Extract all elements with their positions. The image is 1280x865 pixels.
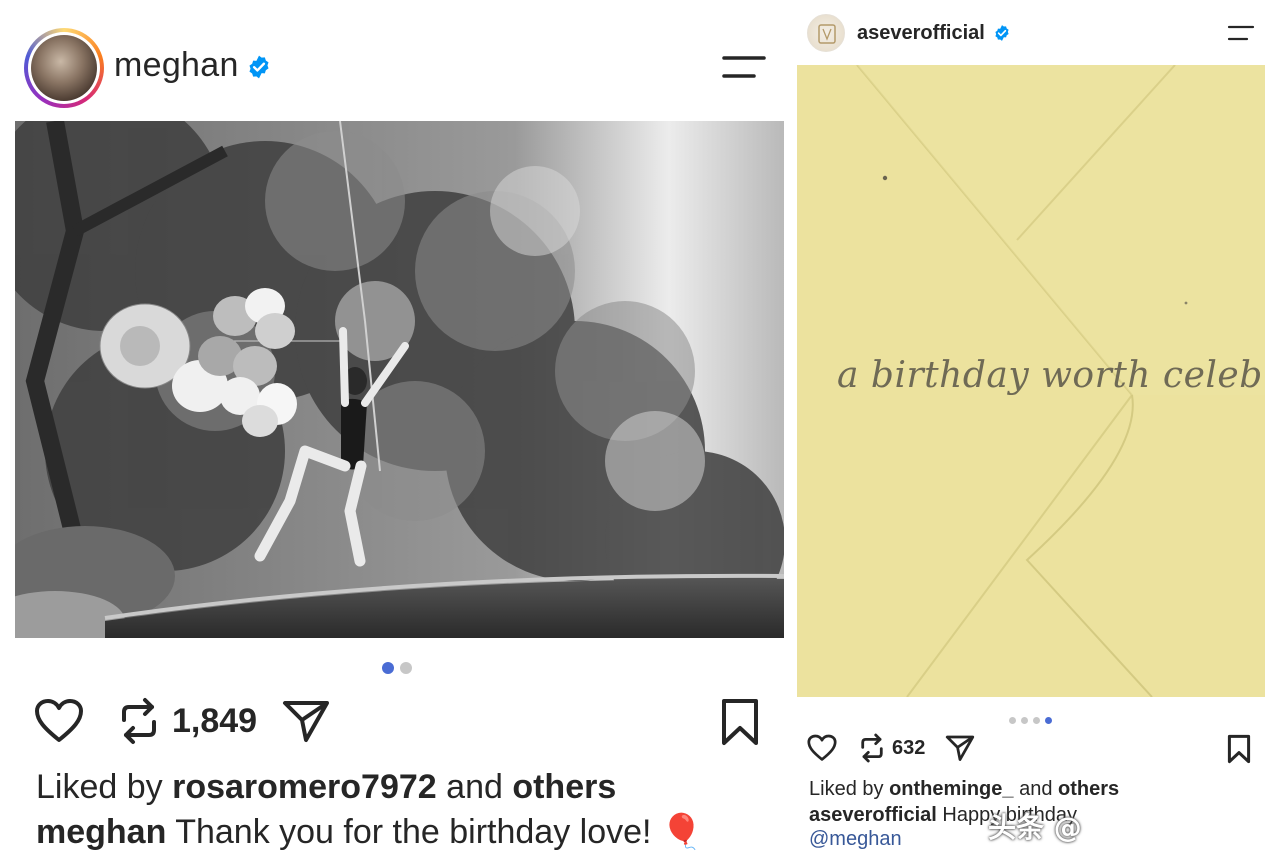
liked-by: Liked by rosaromero7972 and others: [36, 768, 617, 806]
avatar[interactable]: [31, 35, 97, 101]
menu-icon[interactable]: [1227, 24, 1255, 42]
caption-username[interactable]: meghan: [36, 813, 166, 851]
repost-icon[interactable]: [859, 732, 885, 764]
carousel-indicator: [382, 661, 418, 674]
monogram-logo-icon: [818, 24, 836, 44]
carousel-dot-active: [1045, 717, 1052, 724]
action-bar: 632: [807, 732, 1267, 766]
action-bar: 1,849: [34, 696, 764, 748]
verified-badge-icon: [249, 55, 269, 79]
bookmark-icon[interactable]: [720, 698, 760, 746]
avatar[interactable]: [807, 14, 845, 52]
liked-by-others[interactable]: others: [512, 768, 616, 806]
heart-icon[interactable]: [34, 698, 84, 744]
carousel-indicator: [1009, 711, 1057, 724]
repost-count: 632: [892, 737, 926, 759]
liked-by: Liked by ontheminge_ and others: [809, 778, 1120, 800]
carousel-dot: [1009, 717, 1016, 724]
menu-icon[interactable]: [722, 54, 766, 80]
bookmark-icon[interactable]: [1227, 734, 1251, 764]
post-header: meghan: [24, 28, 784, 108]
repost-count: 1,849: [172, 702, 258, 740]
carousel-dot: [1033, 717, 1040, 724]
liked-by-user[interactable]: rosaromero7972: [172, 768, 437, 806]
send-icon[interactable]: [945, 734, 975, 762]
meghan-post: meghan 1,849 Liked by rosaromero7972 and…: [0, 0, 790, 865]
asever-post: aseverofficial a birthday worth celebrat…: [797, 0, 1280, 865]
liked-by-others[interactable]: others: [1058, 778, 1119, 800]
caption-text: Thank you for the birthday love!: [175, 813, 652, 851]
username[interactable]: meghan: [114, 46, 239, 85]
caption-username[interactable]: aseverofficial: [809, 804, 937, 826]
pool-swing-photo: [15, 121, 784, 638]
story-ring[interactable]: [24, 28, 104, 108]
verified-badge-icon: [995, 25, 1009, 41]
balloon-emoji: 🎈: [660, 813, 704, 851]
post-photo[interactable]: [15, 121, 784, 638]
username[interactable]: aseverofficial: [857, 22, 985, 45]
watermark: 头条 @: [988, 804, 1258, 844]
watermark-text: 头条 @: [988, 811, 1082, 844]
heart-icon[interactable]: [807, 734, 837, 762]
carousel-dot: [1021, 717, 1028, 724]
card-text: a birthday worth celebrating: [837, 355, 1265, 396]
liked-by-user[interactable]: ontheminge_: [889, 778, 1013, 800]
repost-icon[interactable]: [118, 696, 160, 746]
post-photo[interactable]: a birthday worth celebrating: [797, 65, 1265, 697]
send-icon[interactable]: [282, 698, 330, 744]
carousel-dot-active: [382, 662, 394, 674]
carousel-dot: [400, 662, 412, 674]
post-header: aseverofficial: [807, 14, 1267, 54]
watermark-bars-icon: [1096, 814, 1235, 838]
caption: meghan Thank you for the birthday love! …: [36, 812, 703, 852]
mention-link[interactable]: @meghan: [809, 828, 902, 851]
